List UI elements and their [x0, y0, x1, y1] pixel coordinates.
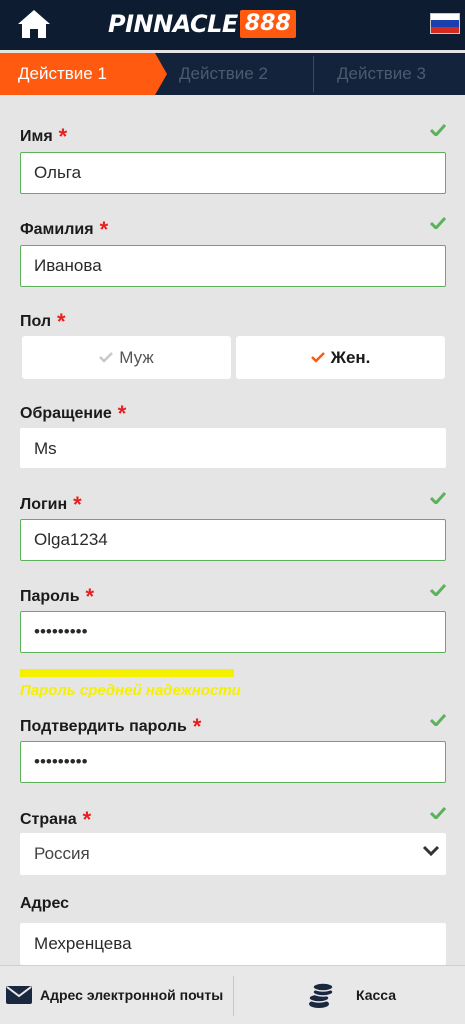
check-icon	[430, 584, 446, 596]
gender-male-label: Муж	[119, 347, 154, 367]
top-bar: PINNACLE 888	[0, 0, 465, 50]
step-1-tab[interactable]: Действие 1	[0, 53, 155, 95]
required-asterisk: *	[117, 401, 127, 426]
required-asterisk: *	[85, 584, 95, 609]
check-icon	[99, 352, 114, 363]
check-icon	[430, 714, 446, 726]
password-strength-text: Пароль средней надежности	[20, 682, 241, 699]
steps-bar: Действие 1 Действие 2 Действие 3	[0, 53, 465, 95]
check-icon	[430, 492, 446, 504]
password-label: Пароль *	[20, 584, 95, 609]
salutation-label: Обращение *	[20, 401, 127, 426]
password-input[interactable]: •••••••••	[20, 611, 446, 653]
confirm-password-input[interactable]: •••••••••	[20, 741, 446, 783]
russia-flag-icon[interactable]	[430, 13, 460, 34]
home-icon[interactable]	[16, 8, 52, 40]
coins-icon[interactable]	[307, 982, 335, 1010]
logo-number: 888	[239, 10, 296, 38]
required-asterisk: *	[73, 492, 82, 517]
address-label: Адрес	[20, 895, 70, 912]
confirm-password-label: Подтвердить пароль *	[20, 714, 202, 739]
check-icon	[430, 124, 446, 136]
email-button[interactable]: Адрес электронной почты	[40, 987, 223, 1003]
gender-male-button[interactable]: Муж	[22, 336, 231, 379]
gender-female-button[interactable]: Жен.	[236, 336, 445, 379]
cashier-button[interactable]: Касса	[356, 987, 396, 1003]
chevron-down-icon[interactable]	[422, 845, 440, 857]
step-2-tab[interactable]: Действие 2	[179, 53, 268, 95]
first-name-label: Имя *	[20, 124, 68, 149]
required-asterisk: *	[58, 124, 68, 149]
required-asterisk: *	[57, 309, 66, 334]
check-icon	[430, 217, 446, 229]
first-name-input[interactable]: Ольга	[20, 152, 446, 194]
gender-female-label: Жен.	[330, 347, 371, 367]
bottom-bar: Адрес электронной почты Касса	[0, 965, 465, 1024]
step-arrow	[155, 53, 167, 95]
pinnacle-logo[interactable]: PINNACLE 888	[108, 9, 296, 39]
last-name-label: Фамилия *	[20, 217, 109, 242]
address-input[interactable]: Мехренцева	[20, 923, 446, 965]
check-icon	[430, 807, 446, 819]
envelope-icon[interactable]	[6, 986, 32, 1004]
password-strength-bar	[20, 669, 234, 677]
required-asterisk: *	[192, 714, 202, 739]
login-label: Логин *	[20, 492, 82, 517]
step-3-tab[interactable]: Действие 3	[337, 53, 426, 95]
gender-label: Пол *	[20, 309, 66, 334]
country-label: Страна *	[20, 807, 92, 832]
bottom-divider	[233, 976, 234, 1016]
step-divider	[313, 56, 314, 92]
salutation-field[interactable]: Ms	[20, 428, 446, 468]
logo-text: PINNACLE	[108, 10, 238, 38]
required-asterisk: *	[82, 807, 92, 832]
required-asterisk: *	[99, 217, 109, 242]
check-icon	[310, 352, 325, 363]
login-input[interactable]: Olga1234	[20, 519, 446, 561]
last-name-input[interactable]: Иванова	[20, 245, 446, 287]
country-select[interactable]: Россия	[20, 833, 446, 875]
